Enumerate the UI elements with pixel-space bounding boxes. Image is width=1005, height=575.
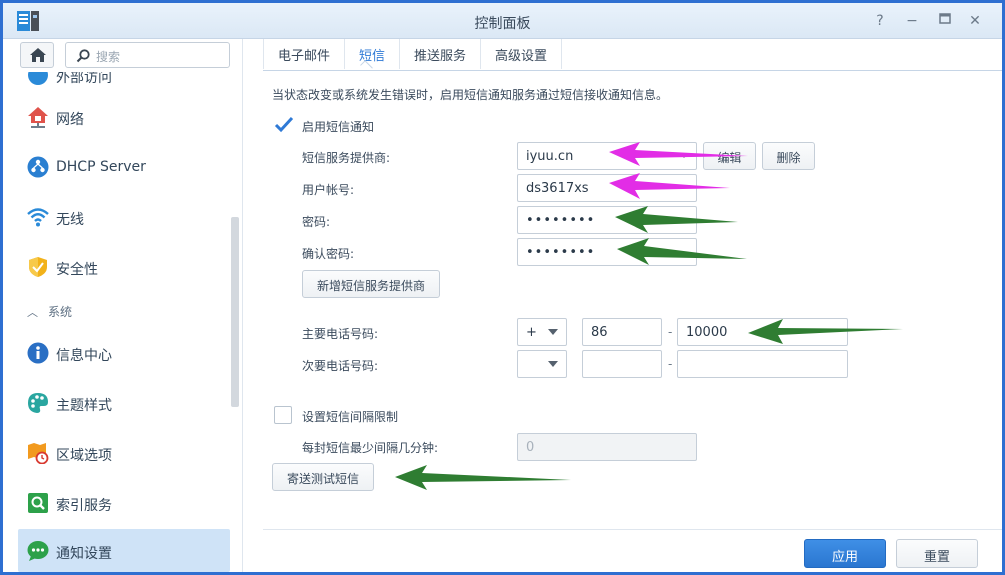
edit-provider-button[interactable]: 编辑 xyxy=(703,142,756,170)
sidebar-scrollbar[interactable] xyxy=(231,217,239,407)
confirm-password-label: 确认密码: xyxy=(302,247,355,261)
secondary-phone-label: 次要电话号码: xyxy=(302,359,379,373)
interval-limit-checkbox[interactable] xyxy=(274,406,292,424)
secondary-phone-number-input[interactable] xyxy=(677,350,848,378)
index-search-icon xyxy=(28,493,48,513)
sidebar-item-network[interactable]: 网络 xyxy=(18,97,230,137)
phone-separator: - xyxy=(668,325,673,339)
sidebar-item-label: 通知设置 xyxy=(56,546,112,562)
tab-email[interactable]: 电子邮件 xyxy=(263,39,346,69)
sidebar-item-label: 网络 xyxy=(56,112,84,128)
provider-label: 短信服务提供商: xyxy=(302,151,391,165)
sidebar-item-label: 信息中心 xyxy=(56,348,112,364)
sidebar-item-regional-options[interactable]: 区域选项 xyxy=(18,433,230,473)
info-icon xyxy=(27,342,49,364)
wifi-icon xyxy=(27,208,49,227)
chevron-down-icon xyxy=(680,153,688,158)
green-arrow-send-test xyxy=(395,465,571,490)
shield-icon xyxy=(29,257,47,277)
minimize-icon[interactable]: − xyxy=(903,12,921,30)
sidebar-item-security[interactable]: 安全性 xyxy=(18,247,230,287)
house-network-icon xyxy=(28,107,48,128)
tab-advanced[interactable]: 高级设置 xyxy=(481,39,563,69)
close-icon[interactable]: ✕ xyxy=(966,12,984,30)
interval-minutes-input[interactable]: 0 xyxy=(517,433,697,461)
tab-divider xyxy=(263,70,1002,71)
secondary-country-code-input[interactable] xyxy=(582,350,662,378)
chevron-down-icon xyxy=(548,329,558,335)
sidebar-item-info-center[interactable]: 信息中心 xyxy=(18,333,230,373)
add-provider-button[interactable]: 新增短信服务提供商 xyxy=(302,270,440,298)
sidebar-item-label: 安全性 xyxy=(56,262,98,278)
interval-limit-label: 设置短信间隔限制 xyxy=(302,410,399,424)
palette-icon xyxy=(28,393,48,413)
title-bar: 控制面板 ? − ✕ xyxy=(3,3,1002,39)
search-box-overlay[interactable]: 搜索 xyxy=(65,42,230,68)
dhcp-icon xyxy=(27,156,49,178)
primary-country-code-input[interactable]: 86 xyxy=(582,318,662,346)
primary-sign-select[interactable]: + xyxy=(517,318,567,346)
control-panel-window: 控制面板 ? − ✕ 搜索 外部访问 xyxy=(3,3,1002,572)
account-label: 用户帐号: xyxy=(302,183,355,197)
chevron-up-icon: ︿ xyxy=(27,306,38,319)
sidebar-item-label: 无线 xyxy=(56,212,84,228)
sidebar-item-label: 主题样式 xyxy=(56,398,112,414)
phone-separator: - xyxy=(668,357,673,371)
footer-divider xyxy=(263,529,1002,530)
secondary-sign-select[interactable] xyxy=(517,350,567,378)
region-clock-icon xyxy=(28,443,49,464)
enable-sms-checkbox[interactable] xyxy=(274,116,294,134)
confirm-password-input[interactable]: •••••••• xyxy=(517,238,697,266)
password-label: 密码: xyxy=(302,215,331,229)
sidebar-item-wireless[interactable]: 无线 xyxy=(18,197,230,237)
sidebar-item-label: 索引服务 xyxy=(56,498,112,514)
chat-bubble-icon xyxy=(27,541,49,561)
tab-bar: 电子邮件 短信 推送服务 高级设置 xyxy=(263,39,563,69)
sidebar-category-system[interactable]: ︿ 系统 xyxy=(27,303,72,320)
chevron-down-icon xyxy=(548,361,558,367)
password-input[interactable]: •••••••• xyxy=(517,206,697,234)
sidebar-item-theme[interactable]: 主题样式 xyxy=(18,383,230,423)
primary-phone-number-input[interactable]: 10000 xyxy=(677,318,848,346)
reset-button[interactable]: 重置 xyxy=(896,539,978,568)
sidebar-item-notification[interactable]: 通知设置 xyxy=(18,529,230,572)
sidebar-item-indexing-service[interactable]: 索引服务 xyxy=(18,483,230,523)
sms-description: 当状态改变或系统发生错误时，启用短信通知服务通过短信接收通知信息。 xyxy=(272,88,669,102)
account-input[interactable]: ds3617xs xyxy=(517,174,697,202)
sidebar-item-label: DHCP Server xyxy=(56,159,146,175)
help-icon[interactable]: ? xyxy=(871,12,889,30)
checkmark-icon xyxy=(274,116,294,133)
maximize-icon[interactable] xyxy=(936,12,954,30)
home-button-overlay[interactable] xyxy=(20,42,54,68)
tab-push-service[interactable]: 推送服务 xyxy=(400,39,482,69)
sidebar-item-dhcp[interactable]: DHCP Server xyxy=(18,147,230,187)
apply-button[interactable]: 应用 xyxy=(804,539,886,568)
interval-minutes-label: 每封短信最少间隔几分钟: xyxy=(302,441,439,455)
main-panel: 电子邮件 短信 推送服务 高级设置 当状态改变或系统发生错误时，启用短信通知服务… xyxy=(243,39,1002,572)
primary-phone-label: 主要电话号码: xyxy=(302,327,379,341)
send-test-sms-button[interactable]: 寄送测试短信 xyxy=(272,463,374,491)
sidebar-item-label: 区域选项 xyxy=(56,448,112,464)
enable-sms-label: 启用短信通知 xyxy=(302,120,375,134)
tab-sms[interactable]: 短信 xyxy=(345,39,401,69)
delete-provider-button[interactable]: 删除 xyxy=(762,142,815,170)
sidebar: 搜索 外部访问 搜索 网络 xyxy=(3,39,243,572)
window-title: 控制面板 xyxy=(474,16,531,32)
provider-select[interactable]: iyuu.cn xyxy=(517,142,697,170)
